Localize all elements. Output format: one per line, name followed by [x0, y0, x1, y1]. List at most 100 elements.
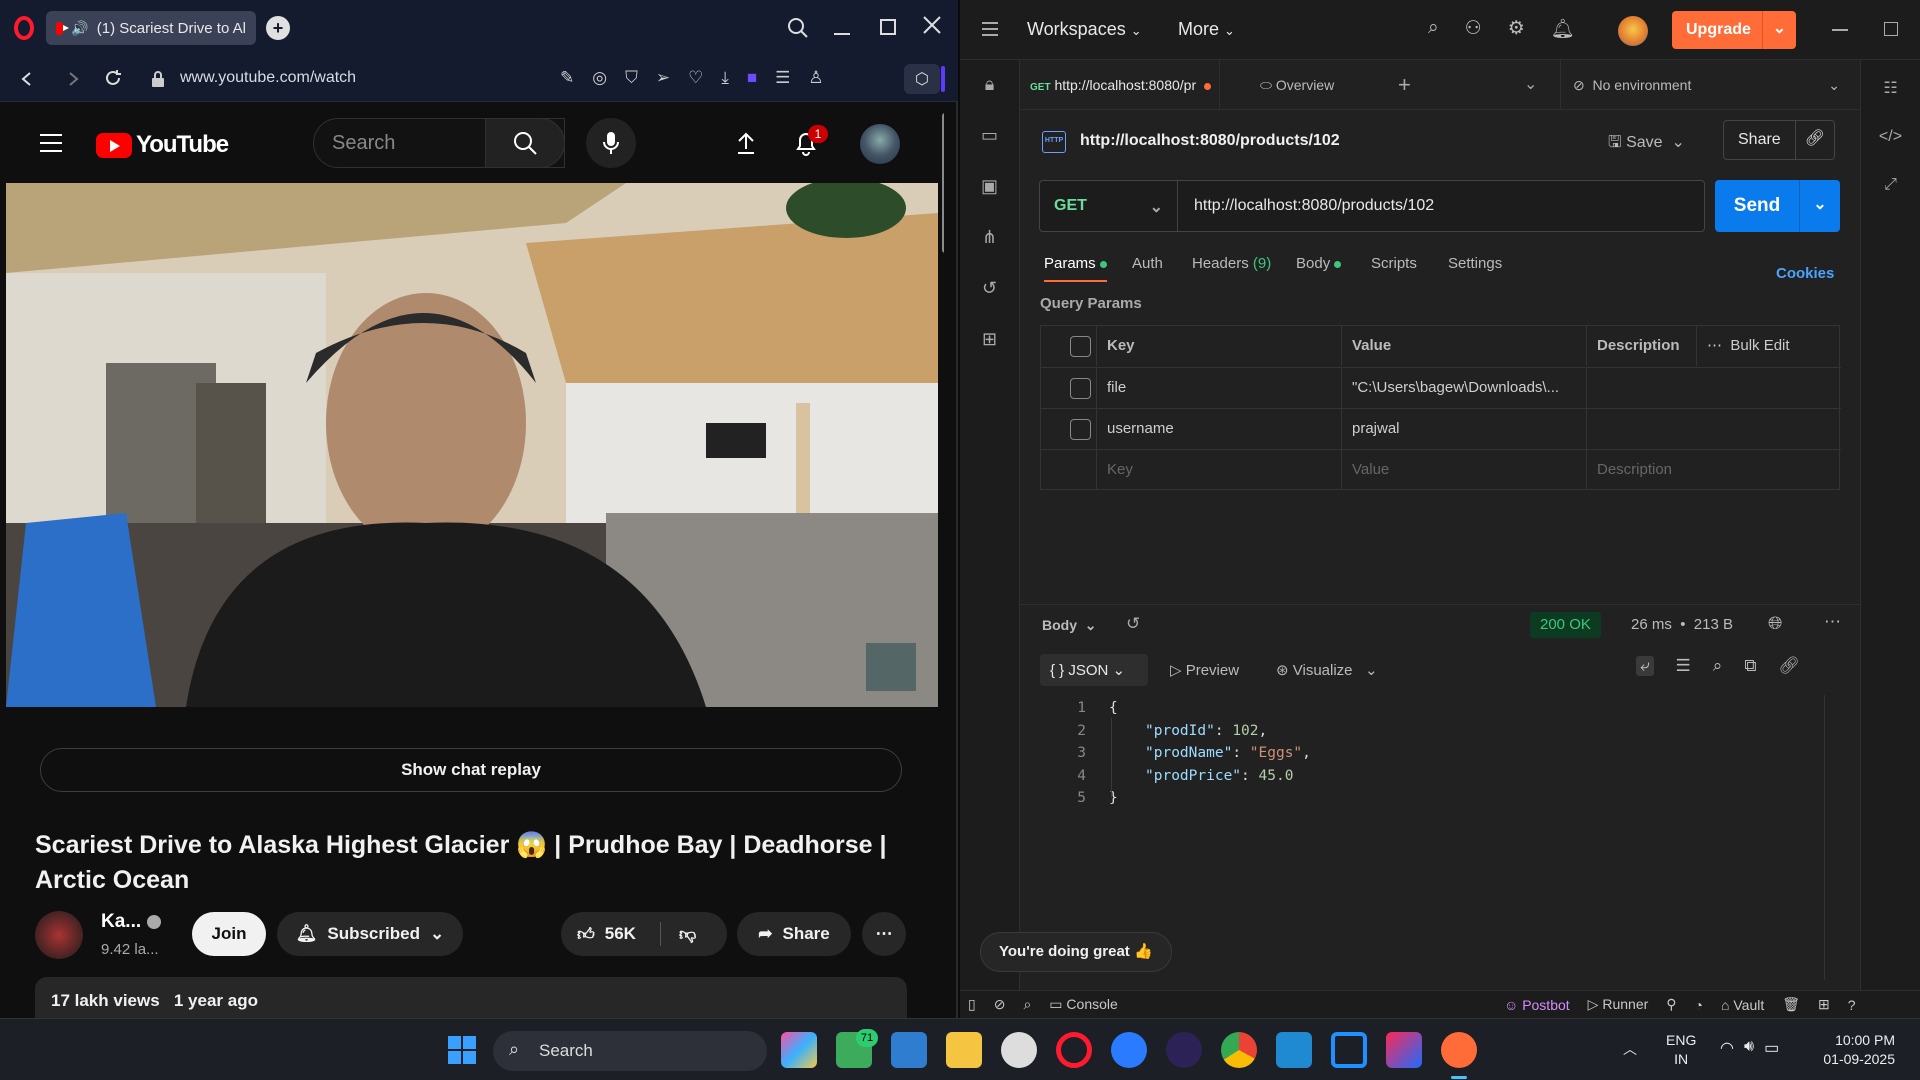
invite-icon[interactable]: ⚇ [1465, 17, 1482, 41]
cookies-link[interactable]: Cookies [1776, 265, 1834, 282]
key-placeholder[interactable]: Key [1096, 450, 1341, 490]
param-value[interactable]: prajwal [1341, 409, 1586, 449]
environments-icon[interactable]: ▣ [981, 176, 998, 197]
row-checkbox[interactable] [1070, 419, 1091, 440]
more-options-icon[interactable]: ⋯ [1824, 612, 1841, 632]
speaker-icon[interactable]: 🔊 [71, 20, 88, 37]
toast-message[interactable]: You're doing great 👍 [980, 932, 1172, 972]
select-all-checkbox[interactable] [1070, 336, 1091, 357]
response-history-icon[interactable]: ↺ [1126, 614, 1140, 634]
help-icon[interactable]: ? [1848, 997, 1856, 1013]
new-tab-button[interactable]: + [1398, 72, 1411, 98]
param-description[interactable] [1586, 368, 1841, 408]
tab-headers[interactable]: Headers (9) [1192, 255, 1271, 272]
lock-icon[interactable]: 🔒︎ [985, 74, 995, 95]
cookies-icon[interactable]: ◔ [1695, 997, 1703, 1013]
documentation-icon[interactable]: ☷ [1883, 78, 1897, 98]
youtube-logo[interactable]: YouTube [96, 131, 229, 159]
notepad-icon[interactable] [891, 1032, 927, 1068]
user-avatar[interactable] [1618, 16, 1648, 46]
search-tabs-icon[interactable] [787, 17, 809, 39]
download-icon[interactable]: ⤓ [721, 68, 729, 88]
tray-icons[interactable]: ◠ 🔊︎ ▭ [1720, 1038, 1779, 1058]
minimize-button[interactable] [1832, 29, 1848, 31]
table-row[interactable]: username prajwal [1041, 408, 1841, 449]
app-store-icon[interactable] [1111, 1032, 1147, 1068]
browser-tab[interactable]: 🔊 (1) Scariest Drive to Al [46, 11, 256, 45]
camera-icon[interactable]: ◎ [592, 68, 607, 88]
join-button[interactable]: Join [192, 912, 266, 956]
video-player[interactable] [6, 183, 938, 707]
editor-scrollbar[interactable] [1824, 695, 1825, 980]
save-button[interactable]: 🖫 Save ⌄ [1608, 131, 1685, 158]
row-checkbox[interactable] [1070, 378, 1091, 399]
bulk-edit-button[interactable]: ⋯ Bulk Edit [1696, 326, 1841, 366]
response-body-selector[interactable]: Body ⌄ [1042, 617, 1097, 634]
more-menu[interactable]: More ⌄ [1178, 19, 1235, 40]
response-json[interactable]: { "prodId": 102, "prodName": "Eggs", "pr… [1109, 697, 1311, 810]
edit-icon[interactable]: ✎ [560, 68, 574, 88]
clock[interactable]: 10:00 PM 01-09-2025 [1815, 1031, 1895, 1069]
minimize-button[interactable] [834, 33, 850, 35]
show-chat-replay-button[interactable]: Show chat replay [40, 748, 902, 792]
bell-icon[interactable]: 🔔︎ [1551, 17, 1575, 41]
player-icon[interactable]: ■ [747, 68, 757, 88]
shield-icon[interactable]: ⛉ [625, 68, 638, 88]
runner-button[interactable]: ▷ Runner [1588, 996, 1649, 1013]
url-input[interactable]: http://localhost:8080/products/102 [1194, 197, 1434, 215]
code-icon[interactable]: </> [1879, 128, 1902, 146]
overview-tab[interactable]: ⬭ Overview [1260, 77, 1334, 94]
app-menu-icon[interactable] [982, 22, 998, 36]
tab-settings[interactable]: Settings [1448, 255, 1502, 272]
send-button[interactable]: Send ⌄ [1715, 180, 1840, 232]
maximize-button[interactable] [1884, 22, 1898, 36]
dislike-button[interactable]: 👎︎ [661, 924, 696, 945]
search-button[interactable] [485, 118, 565, 168]
clock-app-icon[interactable] [1001, 1032, 1037, 1068]
response-size[interactable]: 213 B [1694, 616, 1733, 633]
tab-params[interactable]: Params [1044, 255, 1107, 282]
layout-icon[interactable]: ⊞ [1818, 996, 1830, 1013]
request-title[interactable]: http://localhost:8080/products/102 [1080, 132, 1340, 150]
tray-overflow-icon[interactable]: ︿ [1623, 1039, 1637, 1059]
channel-name[interactable]: Ka... [101, 911, 162, 933]
share-button[interactable]: ➦ Share [737, 912, 851, 956]
check-icon[interactable]: ⊘ [994, 996, 1006, 1013]
settings-icon[interactable]: ⚙ [1508, 17, 1525, 41]
avatar[interactable] [860, 124, 900, 164]
response-time[interactable]: 26 ms [1631, 616, 1672, 633]
link-icon[interactable]: 🔗︎ [1794, 120, 1834, 160]
vault-button[interactable]: ⌂ Vault [1721, 997, 1764, 1013]
status-badge[interactable]: 200 OK [1530, 612, 1601, 638]
search-icon[interactable]: ⌕ [1713, 656, 1723, 676]
request-tab[interactable]: GET http://localhost:8080/pr [1020, 60, 1220, 110]
param-key[interactable]: file [1096, 368, 1341, 408]
eclipse-icon[interactable] [1166, 1032, 1202, 1068]
param-key[interactable]: username [1096, 409, 1341, 449]
channel-avatar[interactable] [35, 911, 83, 959]
filter-icon[interactable]: ☰ [1676, 656, 1691, 676]
workspaces-menu[interactable]: Workspaces ⌄ [1027, 19, 1142, 40]
tab-scripts[interactable]: Scripts [1371, 255, 1417, 272]
maximize-button[interactable] [880, 19, 896, 35]
hamburger-menu-icon[interactable] [40, 134, 62, 152]
send-icon[interactable]: ➢ [656, 68, 670, 88]
param-description[interactable] [1586, 409, 1841, 449]
tabs-dropdown-icon[interactable]: ⌄ [1524, 74, 1537, 94]
taskbar-search[interactable]: ⌕ Search [493, 1031, 767, 1071]
back-icon[interactable] [20, 71, 34, 87]
opera-logo-icon[interactable] [14, 16, 34, 40]
description-placeholder[interactable]: Description [1586, 450, 1841, 490]
find-icon[interactable]: ⌕ [1023, 996, 1031, 1013]
vscode-icon[interactable] [1276, 1032, 1312, 1068]
param-value[interactable]: "C:\Users\bagew\Downloads\... [1341, 368, 1586, 408]
visualize-tab[interactable]: ⊛ Visualize ⌄ [1276, 661, 1378, 679]
extensions-icon[interactable]: ⬡ [904, 64, 940, 94]
search-icon[interactable]: ⌕ [1428, 17, 1439, 41]
send-dropdown-icon[interactable]: ⌄ [1799, 180, 1840, 232]
table-row[interactable]: file "C:\Users\bagew\Downloads\... [1041, 367, 1841, 408]
chrome-icon[interactable] [1221, 1032, 1257, 1068]
apps-icon[interactable]: ⊞ [982, 329, 997, 350]
virtual-box-icon[interactable] [1331, 1032, 1367, 1068]
wrap-lines-icon[interactable]: ⤶ [1636, 656, 1654, 676]
